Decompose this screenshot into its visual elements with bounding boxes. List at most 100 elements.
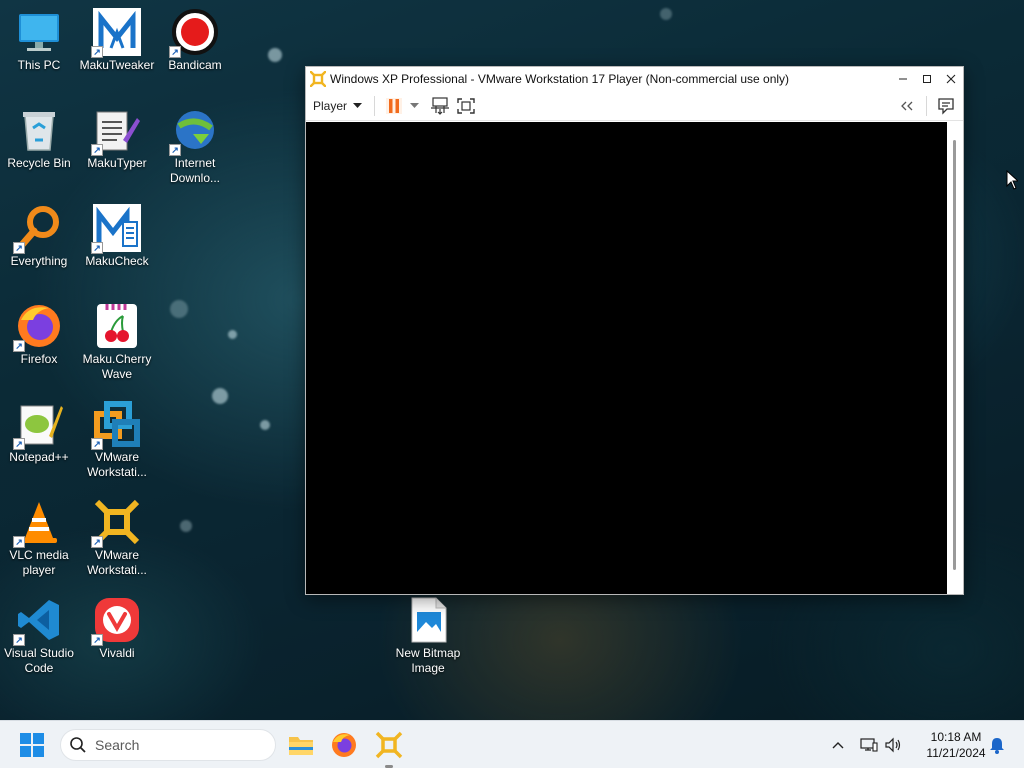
desktop-icon-label: Visual Studio Code: [4, 646, 74, 675]
desktop-icon-recycle-bin[interactable]: Recycle Bin: [1, 106, 77, 171]
keyboard-icon: [431, 96, 450, 115]
desktop-icon-label: Internet Downlo...: [169, 156, 221, 185]
wallpaper-bokeh: [180, 520, 192, 532]
desktop-icon-notepad-plus-plus[interactable]: ↗ Notepad++: [1, 400, 77, 465]
chevron-up-icon: [832, 742, 844, 749]
volume-button[interactable]: [882, 721, 904, 768]
wallpaper-bokeh: [212, 388, 228, 404]
desktop-icon-label: Notepad++: [9, 450, 69, 464]
desktop-icon-label: VLC media player: [9, 548, 69, 577]
desktop-icon-makutyper[interactable]: ↗ MakuTyper: [79, 106, 155, 171]
message-log-icon: [938, 97, 954, 115]
taskbar-file-explorer[interactable]: [285, 729, 317, 761]
window-titlebar[interactable]: Windows XP Professional - VMware Worksta…: [306, 67, 963, 91]
desktop-icon-label: Everything: [10, 254, 68, 268]
pause-icon: [386, 97, 403, 114]
mouse-cursor-icon: [1006, 170, 1018, 190]
notifications-button[interactable]: [986, 721, 1008, 768]
shortcut-arrow-icon: ↗: [13, 242, 25, 254]
send-ctrl-alt-del-button[interactable]: [427, 93, 453, 119]
toolbar-divider: [926, 95, 927, 116]
desktop-icon-label: Maku.Cherry Wave: [82, 352, 152, 381]
makutyper-icon: ↗: [91, 106, 141, 156]
desktop-icon-label: MakuTyper: [87, 156, 147, 170]
notepad-plus-plus-icon: ↗: [13, 400, 63, 450]
internet-download-manager-icon: ↗: [169, 106, 219, 156]
desktop-icon-bandicam[interactable]: ↗ Bandicam: [157, 8, 233, 73]
shortcut-arrow-icon: ↗: [169, 46, 181, 58]
desktop-icon-vivaldi[interactable]: ↗ Vivaldi: [79, 596, 155, 661]
minimize-button[interactable]: [891, 67, 915, 91]
desktop-icon-internet-download-manager[interactable]: ↗ Internet Downlo...: [157, 106, 233, 186]
search-icon: [70, 737, 86, 753]
close-icon: [946, 74, 956, 84]
desktop-icon-label: This PC: [17, 58, 61, 72]
search-placeholder: Search: [95, 737, 140, 753]
wallpaper-bokeh: [260, 420, 270, 430]
fullscreen-icon: [457, 97, 475, 114]
player-menu-button[interactable]: Player: [306, 91, 368, 121]
desktop-icon-this-pc[interactable]: This PC: [1, 8, 77, 73]
dropdown-arrow-icon: [353, 102, 363, 108]
shortcut-arrow-icon: ↗: [91, 634, 103, 646]
show-hidden-icons-button[interactable]: [828, 721, 848, 768]
folder-icon: [289, 737, 313, 755]
firefox-icon: [332, 733, 356, 757]
bell-icon: [990, 738, 1004, 754]
desktop-icon-label: VMware Workstati...: [87, 548, 147, 577]
maximize-icon: [923, 75, 931, 83]
volume-icon: [885, 737, 901, 753]
power-options-dropdown[interactable]: [407, 93, 421, 119]
desktop-icon-firefox[interactable]: ↗ Firefox: [1, 302, 77, 367]
makucheck-icon: ↗: [91, 204, 141, 254]
minimize-icon: [899, 78, 907, 80]
desktop-icon-makucheck[interactable]: ↗ MakuCheck: [79, 204, 155, 269]
bandicam-icon: ↗: [169, 8, 219, 58]
fullscreen-button[interactable]: [453, 93, 479, 119]
desktop-icon-new-bitmap-image[interactable]: New Bitmap Image: [390, 596, 466, 676]
scrollbar-thumb[interactable]: [953, 140, 956, 570]
toolbar-divider: [374, 95, 376, 116]
vmware-player-icon: [309, 70, 327, 88]
vmware-workstation-icon: ↗: [91, 400, 141, 450]
desktop-icon-vmware-player[interactable]: ↗ VMware Workstati...: [79, 498, 155, 578]
desktop-icon-maku-cherry-wave[interactable]: Maku.Cherry Wave: [79, 302, 155, 382]
wallpaper-bokeh: [228, 330, 237, 339]
vlc-icon: ↗: [13, 498, 63, 548]
message-log-button[interactable]: [933, 93, 959, 119]
desktop-icon-vlc[interactable]: ↗ VLC media player: [1, 498, 77, 578]
vmware-player-icon: [375, 731, 403, 759]
taskbar-search-box[interactable]: Search: [60, 729, 276, 761]
shortcut-arrow-icon: ↗: [13, 340, 25, 352]
recycle-bin-icon: [15, 106, 63, 154]
window-title: Windows XP Professional - VMware Worksta…: [330, 72, 790, 86]
network-status-button[interactable]: [858, 721, 880, 768]
vmware-player-window[interactable]: Windows XP Professional - VMware Worksta…: [305, 66, 964, 595]
cherry-icon: [93, 302, 141, 350]
desktop-icon-label: Firefox: [20, 352, 58, 366]
close-button[interactable]: [939, 67, 963, 91]
desktop-icon-vscode[interactable]: ↗ Visual Studio Code: [1, 596, 77, 676]
network-icon: [860, 738, 878, 752]
desktop-icon-label: Bandicam: [168, 58, 222, 72]
everything-search-icon: ↗: [13, 204, 63, 254]
desktop-icon-vmware-workstation[interactable]: ↗ VMware Workstati...: [79, 400, 155, 480]
double-chevron-left-icon: [901, 101, 913, 110]
vm-display-screen[interactable]: [306, 122, 947, 594]
windows-logo-icon: [20, 733, 44, 757]
shortcut-arrow-icon: ↗: [169, 144, 181, 156]
maximize-button[interactable]: [915, 67, 939, 91]
pause-vm-button[interactable]: [381, 93, 407, 119]
start-button[interactable]: [18, 731, 46, 759]
desktop-icon-makutweaker[interactable]: ↗ MakuTweaker: [79, 8, 155, 73]
taskbar-firefox[interactable]: [328, 729, 360, 761]
desktop-icon-label: MakuCheck: [85, 254, 149, 268]
shortcut-arrow-icon: ↗: [91, 242, 103, 254]
player-menu-label: Player: [313, 98, 348, 113]
shortcut-arrow-icon: ↗: [13, 438, 25, 450]
shortcut-arrow-icon: ↗: [13, 536, 25, 548]
vertical-scrollbar[interactable]: [947, 122, 963, 594]
collapse-toolbar-button[interactable]: [894, 93, 920, 119]
desktop-icon-everything[interactable]: ↗ Everything: [1, 204, 77, 269]
taskbar-vmware-player[interactable]: [373, 729, 405, 761]
